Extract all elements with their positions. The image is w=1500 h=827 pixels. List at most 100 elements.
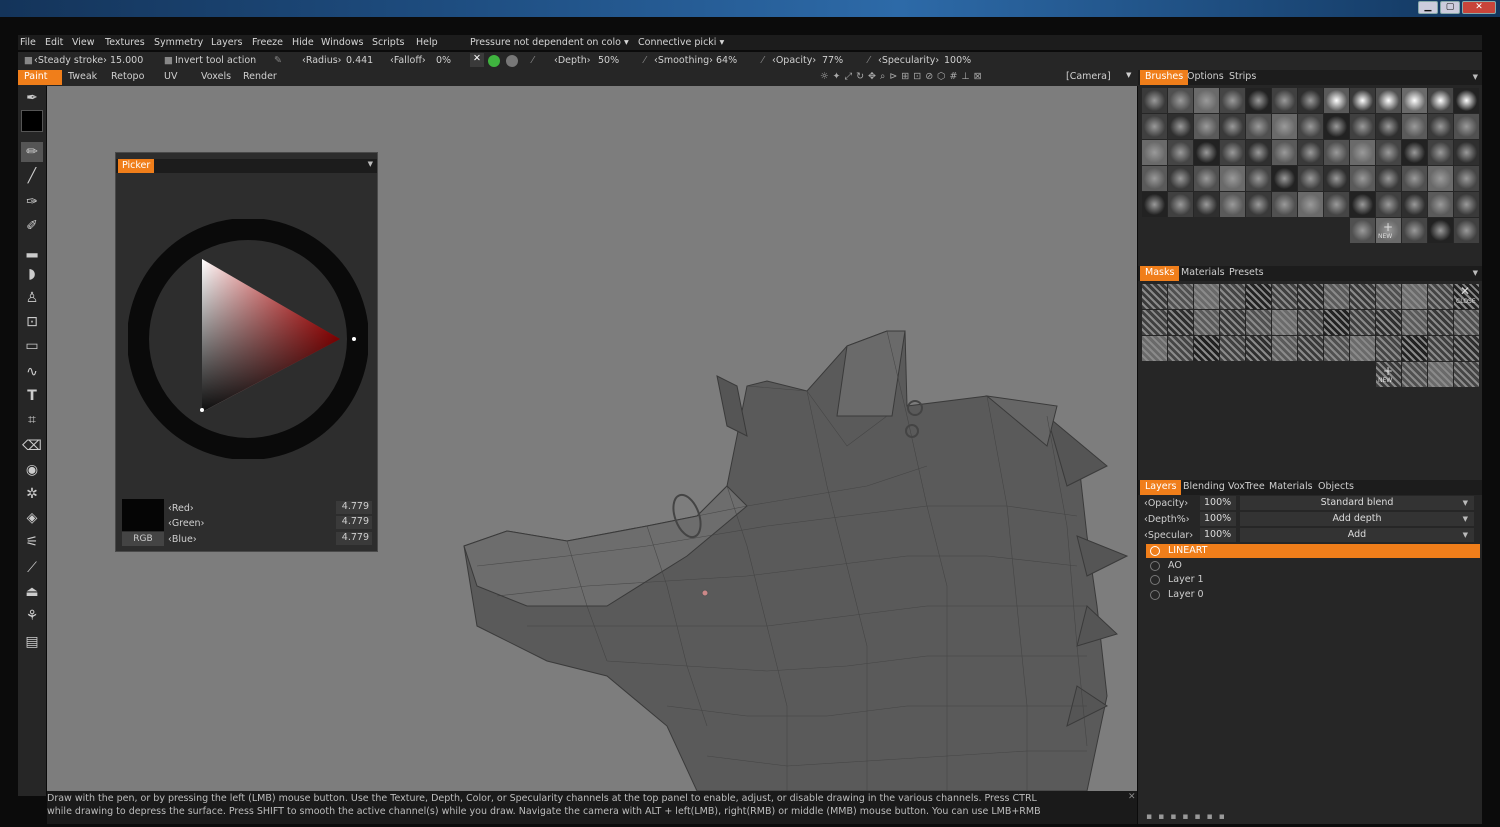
brush-thumbnail[interactable] bbox=[1272, 140, 1297, 165]
maximize-button[interactable]: ▢ bbox=[1440, 1, 1460, 14]
mask-thumbnail[interactable] bbox=[1428, 336, 1453, 361]
brush-thumbnail[interactable] bbox=[1220, 166, 1245, 191]
brush-thumbnail[interactable] bbox=[1324, 166, 1349, 191]
stamp-tool-icon[interactable]: ♙ bbox=[21, 288, 43, 308]
invert-checkbox[interactable]: ■ bbox=[164, 55, 173, 66]
mask-thumbnail[interactable] bbox=[1168, 336, 1193, 361]
brush-thumbnail[interactable] bbox=[1220, 192, 1245, 217]
brush-thumbnail[interactable] bbox=[1272, 114, 1297, 139]
connective-dropdown[interactable]: Connective picki ▾ bbox=[638, 37, 724, 48]
brush-thumbnail[interactable] bbox=[1350, 218, 1375, 243]
brush-thumbnail[interactable] bbox=[1246, 192, 1271, 217]
brush-thumbnail[interactable] bbox=[1324, 192, 1349, 217]
minimize-button[interactable]: ▁ bbox=[1418, 1, 1438, 14]
blue-value[interactable]: 4.779 bbox=[336, 532, 372, 545]
tab-paint[interactable]: Paint bbox=[18, 70, 62, 85]
brush-thumbnail[interactable] bbox=[1454, 166, 1479, 191]
brush-thumbnail[interactable] bbox=[1428, 166, 1453, 191]
brush-thumbnail[interactable] bbox=[1168, 88, 1193, 113]
wand-tool-icon[interactable]: ⚟ bbox=[21, 532, 43, 552]
specular-channel-icon[interactable] bbox=[506, 55, 518, 67]
tab-render[interactable]: Render bbox=[237, 70, 283, 85]
eye-tool-icon[interactable]: ◉ bbox=[21, 460, 43, 480]
text-tool-icon[interactable]: T bbox=[21, 386, 43, 406]
brush-thumbnail[interactable] bbox=[1402, 140, 1427, 165]
brush-thumbnail[interactable] bbox=[1350, 140, 1375, 165]
tab-strips[interactable]: Strips bbox=[1224, 70, 1261, 85]
brush-thumbnail[interactable] bbox=[1272, 192, 1297, 217]
mask-thumbnail[interactable] bbox=[1402, 310, 1427, 335]
mask-thumbnail[interactable] bbox=[1194, 336, 1219, 361]
steady-stroke-value[interactable]: 15.000 bbox=[110, 55, 143, 66]
brush-thumbnail[interactable] bbox=[1142, 192, 1167, 217]
tab-blending[interactable]: Blending bbox=[1178, 480, 1230, 495]
frame-tool-icon[interactable]: ⌗ bbox=[21, 410, 43, 430]
falloff-value[interactable]: 0% bbox=[436, 55, 451, 66]
close-window-button[interactable]: ✕ bbox=[1462, 1, 1496, 14]
brush-thumbnail[interactable] bbox=[1350, 88, 1375, 113]
knife-tool-icon[interactable]: ⟋ bbox=[21, 558, 43, 578]
mask-thumbnail[interactable] bbox=[1428, 362, 1453, 387]
navigation-icons[interactable]: ☼✦⤢↻✥⌕⊳⊞⊡⊘⬡#⊥⊠ bbox=[820, 71, 986, 82]
mask-thumbnail[interactable] bbox=[1298, 336, 1323, 361]
new-mask-label[interactable]: NEW bbox=[1378, 377, 1392, 384]
picker-menu-icon[interactable]: ▼ bbox=[368, 160, 373, 168]
picker-window[interactable]: Picker ▼ RGB ‹Red› 4.779 ‹Green› 4.779 ‹… bbox=[115, 152, 378, 552]
brush-thumbnail[interactable] bbox=[1168, 140, 1193, 165]
disable-channel-icon[interactable]: ✕ bbox=[470, 53, 484, 67]
pencil-tool-icon[interactable]: ✐ bbox=[21, 216, 43, 236]
red-value[interactable]: 4.779 bbox=[336, 501, 372, 514]
butterfly-tool-icon[interactable]: ⚘ bbox=[21, 606, 43, 626]
mask-panel-menu-icon[interactable]: ▼ bbox=[1473, 269, 1478, 277]
mask-thumbnail[interactable] bbox=[1324, 284, 1349, 309]
brush-panel-menu-icon[interactable]: ▼ bbox=[1473, 73, 1478, 81]
close-status-icon[interactable]: ✕ bbox=[1128, 792, 1136, 802]
opacity-label[interactable]: ‹Opacity› bbox=[772, 55, 816, 66]
brush-thumbnail[interactable] bbox=[1324, 140, 1349, 165]
tab-retopo[interactable]: Retopo bbox=[105, 70, 150, 85]
brush-thumbnail[interactable] bbox=[1220, 114, 1245, 139]
mask-thumbnail[interactable] bbox=[1376, 284, 1401, 309]
tab-layers[interactable]: Layers bbox=[1140, 480, 1182, 495]
mask-thumbnail[interactable] bbox=[1324, 310, 1349, 335]
pen-tool-icon[interactable]: ✒ bbox=[21, 88, 43, 108]
brush-thumbnail[interactable] bbox=[1246, 140, 1271, 165]
layer-tool-icon[interactable]: ▭ bbox=[21, 336, 43, 356]
brush-thumbnail[interactable] bbox=[1142, 140, 1167, 165]
falloff-label[interactable]: ‹Falloff› bbox=[390, 55, 426, 66]
mask-thumbnail[interactable] bbox=[1454, 310, 1479, 335]
opacity-pen-icon[interactable]: ⁄ bbox=[762, 55, 764, 66]
mask-thumbnail[interactable] bbox=[1350, 310, 1375, 335]
radius-label[interactable]: ‹Radius› bbox=[302, 55, 341, 66]
menu-hide[interactable]: Hide bbox=[292, 37, 314, 48]
pressure-dropdown[interactable]: Pressure not dependent on colo ▾ bbox=[470, 37, 629, 48]
bucket-tool-icon[interactable]: ◈ bbox=[21, 508, 43, 528]
brush-thumbnail[interactable] bbox=[1194, 140, 1219, 165]
layer-actions-icons[interactable]: ▪▪▪▪▪▪▪ bbox=[1146, 812, 1231, 822]
menu-layers[interactable]: Layers bbox=[211, 37, 242, 48]
mask-thumbnail[interactable] bbox=[1194, 284, 1219, 309]
brush-thumbnail[interactable] bbox=[1350, 166, 1375, 191]
tab-tweak[interactable]: Tweak bbox=[62, 70, 103, 85]
tab-presets[interactable]: Presets bbox=[1224, 266, 1269, 281]
brush-thumbnail[interactable] bbox=[1220, 140, 1245, 165]
mask-thumbnail[interactable] bbox=[1246, 310, 1271, 335]
brush-thumbnail[interactable] bbox=[1428, 218, 1453, 243]
brush-thumbnail[interactable] bbox=[1194, 88, 1219, 113]
brush-thumbnail[interactable] bbox=[1246, 166, 1271, 191]
brush-thumbnail[interactable] bbox=[1376, 140, 1401, 165]
steady-checkbox[interactable]: ■ bbox=[24, 55, 33, 66]
depth-label[interactable]: ‹Depth› bbox=[554, 55, 591, 66]
brush-thumbnail[interactable] bbox=[1402, 88, 1427, 113]
smoothing-label[interactable]: ‹Smoothing› bbox=[654, 55, 713, 66]
brush-icon[interactable]: ✎ bbox=[274, 55, 282, 66]
tab-brushes[interactable]: Brushes bbox=[1140, 70, 1189, 85]
menu-view[interactable]: View bbox=[72, 37, 95, 48]
opacity-blend-select[interactable]: Standard blend ▼ bbox=[1240, 496, 1474, 510]
brush-thumbnail[interactable] bbox=[1402, 192, 1427, 217]
mask-thumbnail[interactable] bbox=[1324, 336, 1349, 361]
iron-tool-icon[interactable]: ⏏ bbox=[21, 582, 43, 602]
brush-thumbnail[interactable] bbox=[1246, 88, 1271, 113]
brush-thumbnail[interactable] bbox=[1142, 88, 1167, 113]
fill-tool-icon[interactable]: ◗ bbox=[21, 264, 43, 284]
